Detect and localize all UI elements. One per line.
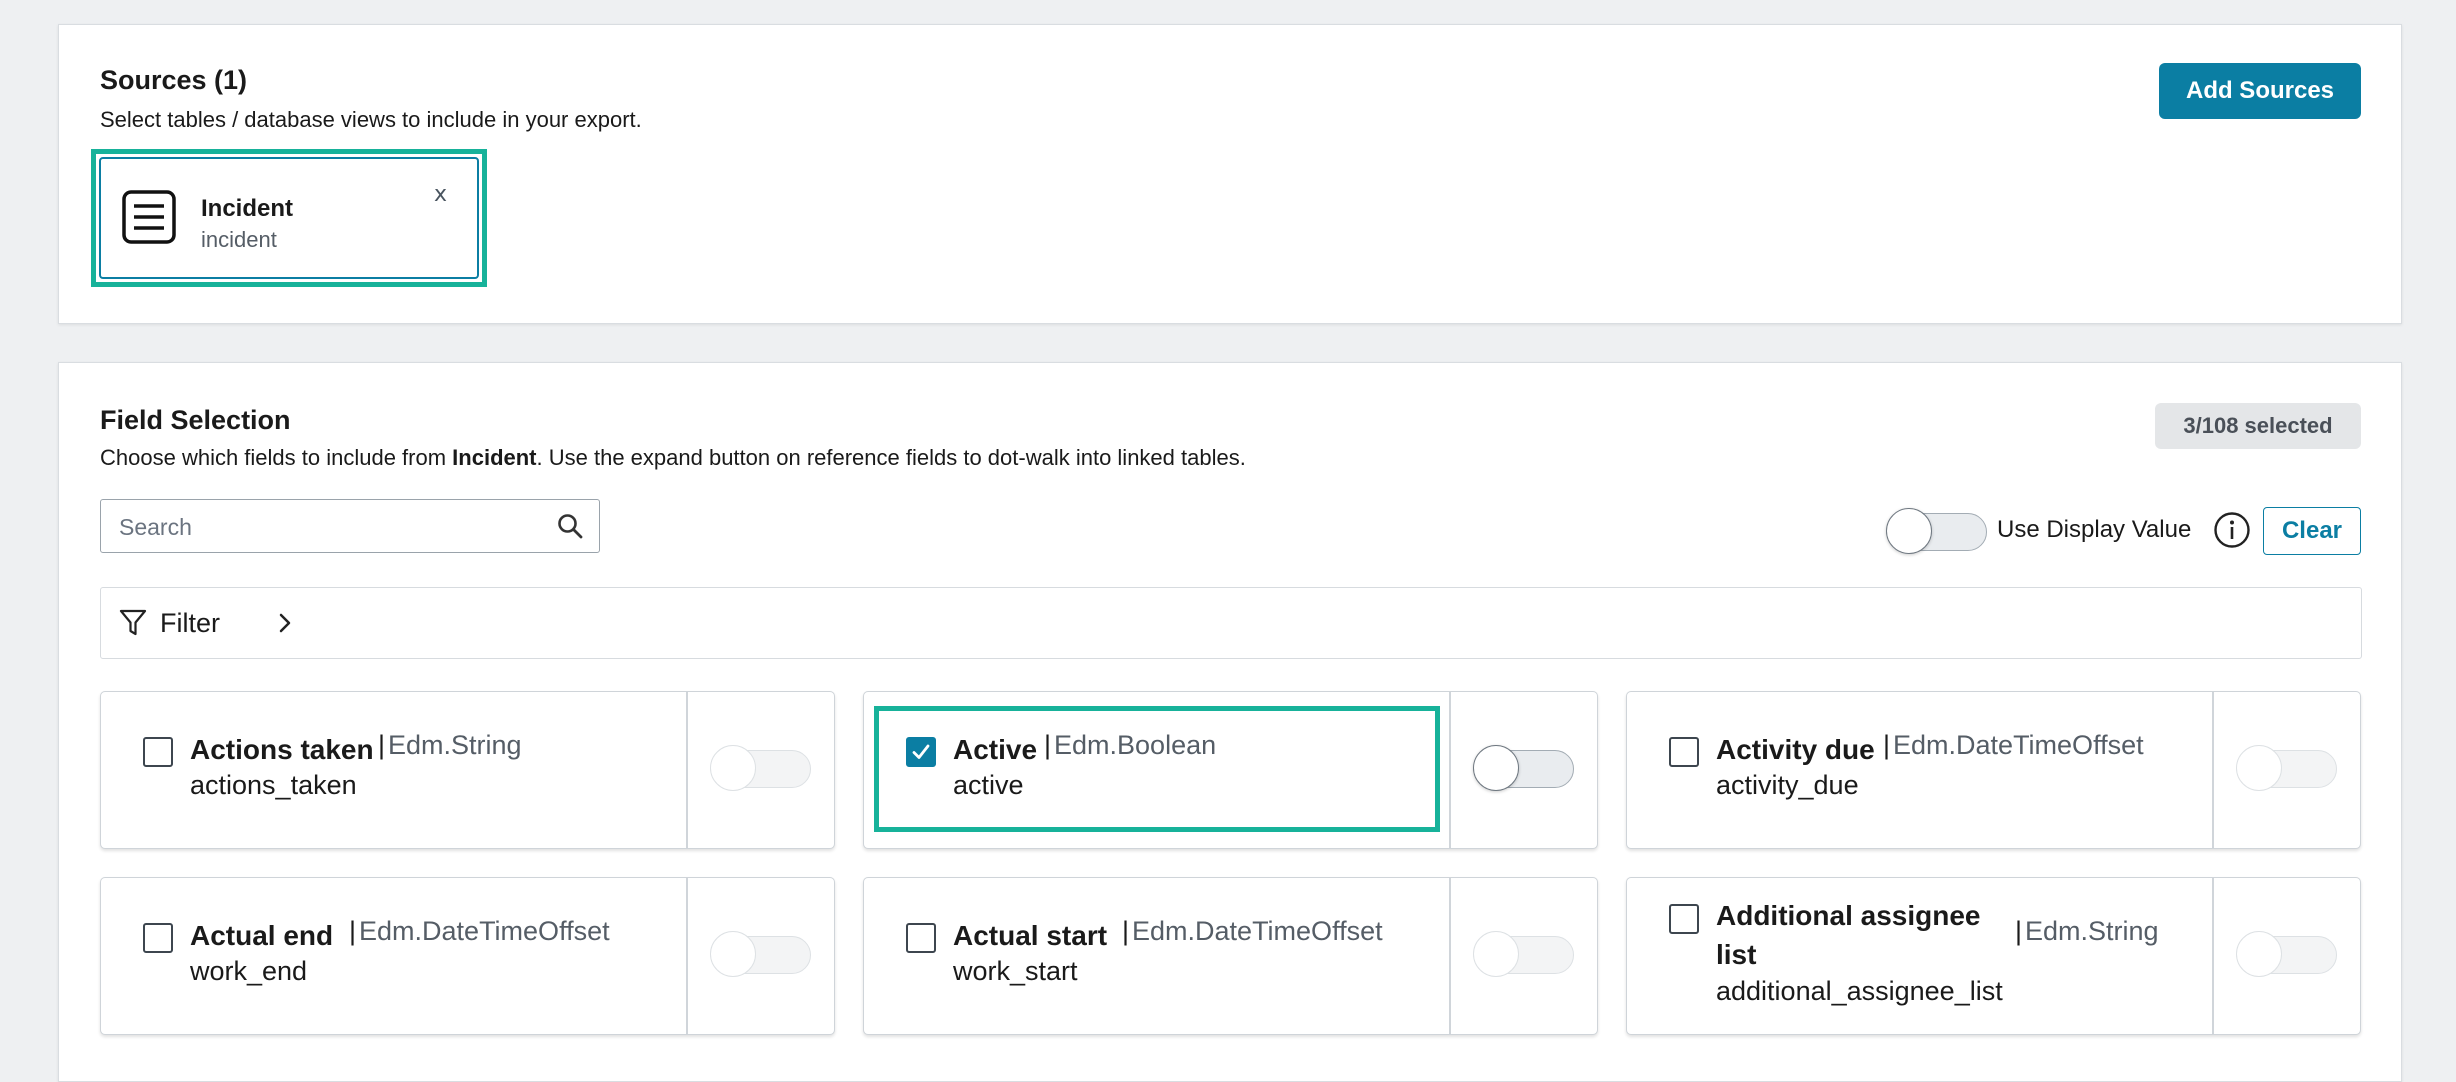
chevron-right-icon: [277, 612, 293, 639]
filter-label: Filter: [160, 608, 220, 638]
description-table-name: Incident: [452, 445, 537, 470]
type-separator: |: [1122, 916, 1130, 946]
toggle-knob: [2236, 931, 2282, 977]
type-separator: |: [2015, 916, 2023, 946]
sources-description: Select tables / database views to includ…: [100, 107, 642, 132]
info-icon[interactable]: [2213, 511, 2251, 554]
field-selection-description: Choose which fields to include from Inci…: [100, 445, 1246, 471]
use-display-value-toggle[interactable]: [1886, 508, 1987, 554]
description-text-rest: . Use the expand button on reference fie…: [536, 445, 1246, 470]
source-card-incident[interactable]: Incident incident x: [99, 157, 479, 279]
filter-bar[interactable]: Filter: [100, 587, 2362, 659]
field-type-value: Edm.DateTimeOffset: [1893, 730, 2144, 760]
field-type-value: Edm.String: [388, 730, 522, 760]
field-key: active: [953, 770, 1024, 800]
source-label: Incident: [201, 195, 294, 222]
type-separator: |: [1044, 730, 1052, 760]
remove-source-button[interactable]: x: [428, 181, 453, 208]
use-display-value-label: Use Display Value: [1997, 516, 2192, 543]
search-icon[interactable]: [557, 513, 583, 544]
field-highlight: [874, 706, 1440, 832]
search-input[interactable]: [117, 510, 541, 544]
field-type-value: Edm.String: [2025, 916, 2159, 946]
card-divider: [1449, 692, 1451, 848]
description-text: Choose which fields to include from: [100, 445, 453, 470]
search-box: [100, 499, 600, 553]
sources-title: Sources (1): [100, 65, 248, 95]
checkmark-icon: [912, 744, 930, 759]
field-type: | Edm.String: [378, 730, 522, 761]
field-key: actions_taken: [190, 770, 357, 800]
field-display-toggle[interactable]: [710, 931, 811, 977]
source-table-name: incident: [201, 227, 277, 252]
field-key: activity_due: [1716, 770, 1859, 800]
type-separator: |: [1883, 730, 1891, 760]
table-list-icon: [121, 189, 177, 250]
field-type-value: Edm.DateTimeOffset: [1132, 916, 1383, 946]
card-divider: [1449, 878, 1451, 1034]
field-checkbox[interactable]: [143, 737, 173, 767]
field-card-active: Active | Edm.Boolean active: [863, 691, 1598, 849]
toggle-knob: [710, 931, 756, 977]
field-card-actual-end: Actual end | Edm.DateTimeOffset work_end: [100, 877, 835, 1035]
field-card-actions-taken: Actions taken | Edm.String actions_taken: [100, 691, 835, 849]
field-display-toggle[interactable]: [2236, 745, 2337, 791]
field-key: work_start: [953, 956, 1078, 986]
toggle-knob: [2236, 745, 2282, 791]
field-selection-panel: Field Selection Choose which fields to i…: [58, 362, 2402, 1082]
field-type: | Edm.Boolean: [1044, 730, 1216, 761]
field-key: additional_assignee_list: [1716, 976, 2003, 1006]
field-display-toggle[interactable]: [2236, 931, 2337, 977]
card-divider: [2212, 692, 2214, 848]
field-type: | Edm.String: [2015, 916, 2159, 947]
toggle-knob: [1886, 508, 1932, 554]
sources-panel: Sources (1) Select tables / database vie…: [58, 24, 2402, 324]
field-type: | Edm.DateTimeOffset: [1883, 730, 2144, 761]
field-card-additional-assignee-list: Additional assignee list | Edm.String add…: [1626, 877, 2361, 1035]
toggle-knob: [1473, 745, 1519, 791]
field-selection-title: Field Selection: [100, 405, 291, 435]
field-display-toggle[interactable]: [1473, 931, 1574, 977]
filter-funnel-icon: [119, 608, 147, 643]
field-type-value: Edm.Boolean: [1054, 730, 1217, 760]
toggle-knob: [1473, 931, 1519, 977]
add-sources-button[interactable]: Add Sources: [2159, 63, 2361, 119]
card-divider: [686, 692, 688, 848]
toggle-knob: [710, 745, 756, 791]
type-separator: |: [349, 916, 357, 946]
field-checkbox[interactable]: [143, 923, 173, 953]
field-key: work_end: [190, 956, 308, 986]
field-type: | Edm.DateTimeOffset: [1122, 916, 1383, 947]
field-card-activity-due: Activity due | Edm.DateTimeOffset activit…: [1626, 691, 2361, 849]
card-divider: [2212, 878, 2214, 1034]
field-checkbox-checked[interactable]: [906, 737, 936, 767]
type-separator: |: [378, 730, 386, 760]
card-divider: [686, 878, 688, 1034]
field-type: | Edm.DateTimeOffset: [349, 916, 610, 947]
field-display-toggle[interactable]: [1473, 745, 1574, 791]
field-checkbox[interactable]: [1669, 904, 1699, 934]
field-display-toggle[interactable]: [710, 745, 811, 791]
field-type-value: Edm.DateTimeOffset: [359, 916, 610, 946]
field-checkbox[interactable]: [906, 923, 936, 953]
selected-count-badge: 3/108 selected: [2155, 403, 2361, 449]
source-card-highlight: Incident incident x: [91, 149, 487, 287]
field-label: Additional assignee list: [1716, 900, 1981, 970]
field-checkbox[interactable]: [1669, 737, 1699, 767]
field-card-actual-start: Actual start | Edm.DateTimeOffset work_st…: [863, 877, 1598, 1035]
clear-button[interactable]: Clear: [2263, 507, 2361, 555]
